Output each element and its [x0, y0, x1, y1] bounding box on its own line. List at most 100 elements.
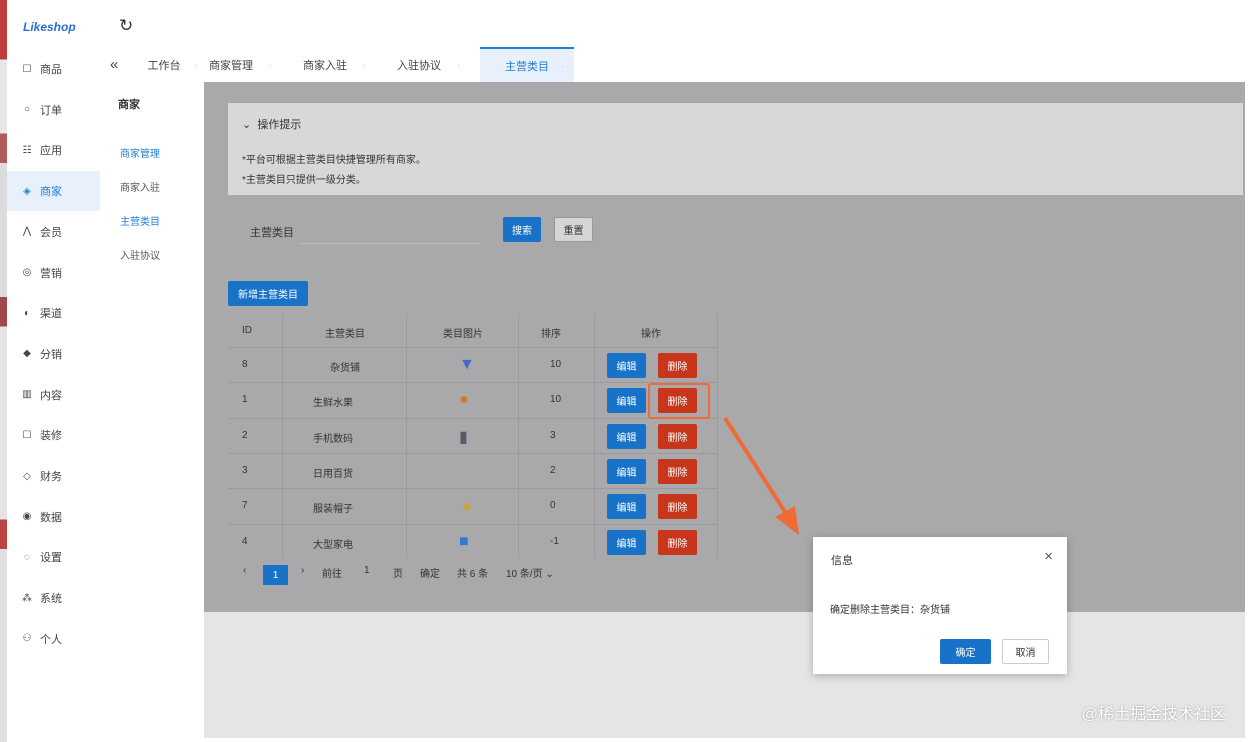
add-category-button[interactable]: 新增主营类目 [228, 281, 308, 306]
app-logo[interactable]: Likeshop [23, 20, 76, 34]
search-button[interactable]: 搜索 [503, 217, 541, 242]
page-size-select[interactable]: 10 条/页 ⌄ [506, 565, 554, 580]
sidebar-item-data[interactable]: ◉ 数据 [7, 497, 100, 537]
cell-category-name: 手机数码 [313, 433, 353, 445]
sidebar-item-app[interactable]: ☷ 应用 [7, 130, 100, 170]
goto-page-input[interactable]: 1 [364, 565, 370, 576]
phone-icon: ▮ [459, 428, 468, 446]
subnav-title: 商家 [118, 99, 140, 111]
subnav-item-merchant-manage[interactable]: 商家管理 [120, 145, 160, 160]
sidebar-item-label: 商家 [40, 186, 62, 199]
channel-icon: ◐ [23, 307, 31, 319]
sidebar-item-label: 渠道 [40, 308, 62, 321]
tabs-bar: « 工作台 · 商家管理 · 商家入驻 · 入驻协议 · 主营类目 · [100, 47, 1248, 82]
cell-sort: 2 [550, 464, 556, 476]
tab-merchant-settle[interactable]: 商家入驻 · [290, 47, 366, 82]
sidebar-item-channel[interactable]: ◐ 渠道 [7, 293, 100, 333]
sidebar-item-label: 营销 [40, 267, 62, 280]
sidebar-item-person[interactable]: ⚇ 个人 [7, 619, 100, 659]
sidebar-item-shop[interactable]: ◈ 商家 [7, 171, 100, 212]
subnav-item-merchant-settle[interactable]: 商家入驻 [120, 179, 160, 194]
sidebar-item-label: 订单 [40, 104, 62, 117]
edit-button[interactable]: 编辑 [607, 529, 646, 555]
tab-main-category[interactable]: 主营类目 · [480, 47, 574, 82]
finance-icon: ◇ [23, 470, 31, 482]
cart-icon: ☐ [22, 63, 32, 75]
close-icon[interactable]: × [1044, 548, 1053, 565]
edit-button[interactable]: 编辑 [607, 388, 646, 414]
cell-id: 8 [242, 359, 248, 370]
tips-header[interactable]: ⌄ 操作提示 [242, 116, 301, 132]
sidebar-item-content[interactable]: ▥ 内容 [7, 375, 100, 415]
page-unit: 页 [393, 569, 403, 580]
sidebar-item-order[interactable]: ○ 订单 [7, 90, 100, 130]
edit-button[interactable]: 编辑 [607, 353, 646, 378]
column-header: 操作 [641, 329, 661, 340]
cell-id: 3 [242, 464, 248, 476]
edit-button[interactable]: 编辑 [607, 494, 646, 520]
cell-sort: 3 [550, 429, 556, 441]
tip-line: *主营类目只提供一级分类。 [242, 175, 366, 186]
annotation-arrow [723, 416, 799, 535]
sidebar-item-system[interactable]: ⁂ 系统 [7, 578, 100, 618]
edit-button[interactable]: 编辑 [607, 423, 646, 449]
hat-icon: ▲ [459, 497, 475, 515]
sub-navigation: 商家 商家管理 商家入驻 主营类目 入驻协议 [100, 82, 204, 742]
sidebar-item-label: 会员 [40, 226, 62, 239]
cell-category-name: 服装帽子 [313, 504, 353, 516]
dialog-title: 信息 [831, 555, 853, 567]
search-input[interactable] [300, 216, 480, 244]
total-count: 共 6 条 [457, 569, 489, 580]
delete-button[interactable]: 删除 [658, 353, 697, 378]
delete-button[interactable]: 删除 [658, 458, 697, 484]
delete-button[interactable]: 删除 [658, 423, 697, 449]
tab-merchant-manage[interactable]: 商家管理 · [196, 47, 272, 82]
edit-button[interactable]: 编辑 [607, 458, 646, 484]
cell-id: 4 [242, 535, 248, 547]
fruit-icon: ● [459, 391, 469, 409]
next-page-button[interactable]: › [301, 565, 304, 576]
goto-confirm-button[interactable]: 确定 [420, 565, 440, 580]
sidebar: Likeshop ☐ 商品 ○ 订单 ☷ 应用 ◈ 商家 ⋀ 会员 ◎ 营销 ◐ 渠道 ◆ 分销 ▥ 内容 ☐ 装修 ◇… [7, 0, 100, 742]
sidebar-item-decorate[interactable]: ☐ 装修 [7, 415, 100, 455]
current-page[interactable]: 1 [263, 565, 288, 585]
sidebar-item-label: 装修 [40, 430, 62, 443]
cell-sort: 10 [550, 394, 562, 406]
sidebar-item-label: 数据 [40, 511, 62, 524]
sidebar-item-settings[interactable]: ◌ 设置 [7, 537, 100, 577]
column-header: ID [242, 325, 252, 336]
cell-category-name: 日用百货 [313, 468, 353, 480]
sidebar-item-distribution[interactable]: ◆ 分销 [7, 334, 100, 374]
sidebar-item-cart[interactable]: ☐ 商品 [7, 49, 100, 89]
sidebar-item-label: 应用 [40, 145, 62, 158]
cell-sort: 0 [550, 500, 556, 512]
column-header: 主营类目 [325, 329, 365, 340]
subnav-item-main-category[interactable]: 主营类目 [120, 213, 160, 228]
sidebar-item-finance[interactable]: ◇ 财务 [7, 456, 100, 496]
dialog-ok-button[interactable]: 确定 [940, 639, 991, 664]
prev-page-button[interactable]: ‹ [243, 565, 246, 576]
reset-button[interactable]: 重置 [554, 217, 593, 242]
search-label: 主营类目 [250, 227, 294, 239]
subnav-item-settle-agreement[interactable]: 入驻协议 [120, 247, 160, 262]
sidebar-item-marketing[interactable]: ◎ 营销 [7, 253, 100, 293]
user-icon: ⋀ [22, 226, 32, 238]
marketing-icon: ◎ [22, 267, 32, 278]
sidebar-item-user[interactable]: ⋀ 会员 [7, 212, 100, 252]
cell-id: 7 [242, 500, 248, 512]
edge-strip [0, 0, 7, 742]
dialog-cancel-button[interactable]: 取消 [1002, 639, 1049, 664]
delete-button[interactable]: 删除 [658, 529, 697, 555]
cell-id: 1 [242, 394, 248, 406]
tab-settle-agreement[interactable]: 入驻协议 · [384, 47, 460, 82]
cell-category-name: 生鲜水果 [313, 398, 353, 410]
cell-id: 2 [242, 429, 248, 441]
delete-button[interactable]: 删除 [658, 494, 697, 520]
collapse-tabs-icon[interactable]: « [110, 56, 118, 73]
tip-line: *平台可根据主营类目快捷管理所有商家。 [242, 155, 426, 166]
cell-category-name: 大型家电 [313, 539, 353, 551]
content-icon: ▥ [22, 389, 32, 401]
tab-workbench[interactable]: 工作台 · [136, 47, 199, 82]
watermark: @稀土掘金技术社区 [1081, 706, 1226, 723]
refresh-icon[interactable]: ↻ [119, 16, 133, 36]
